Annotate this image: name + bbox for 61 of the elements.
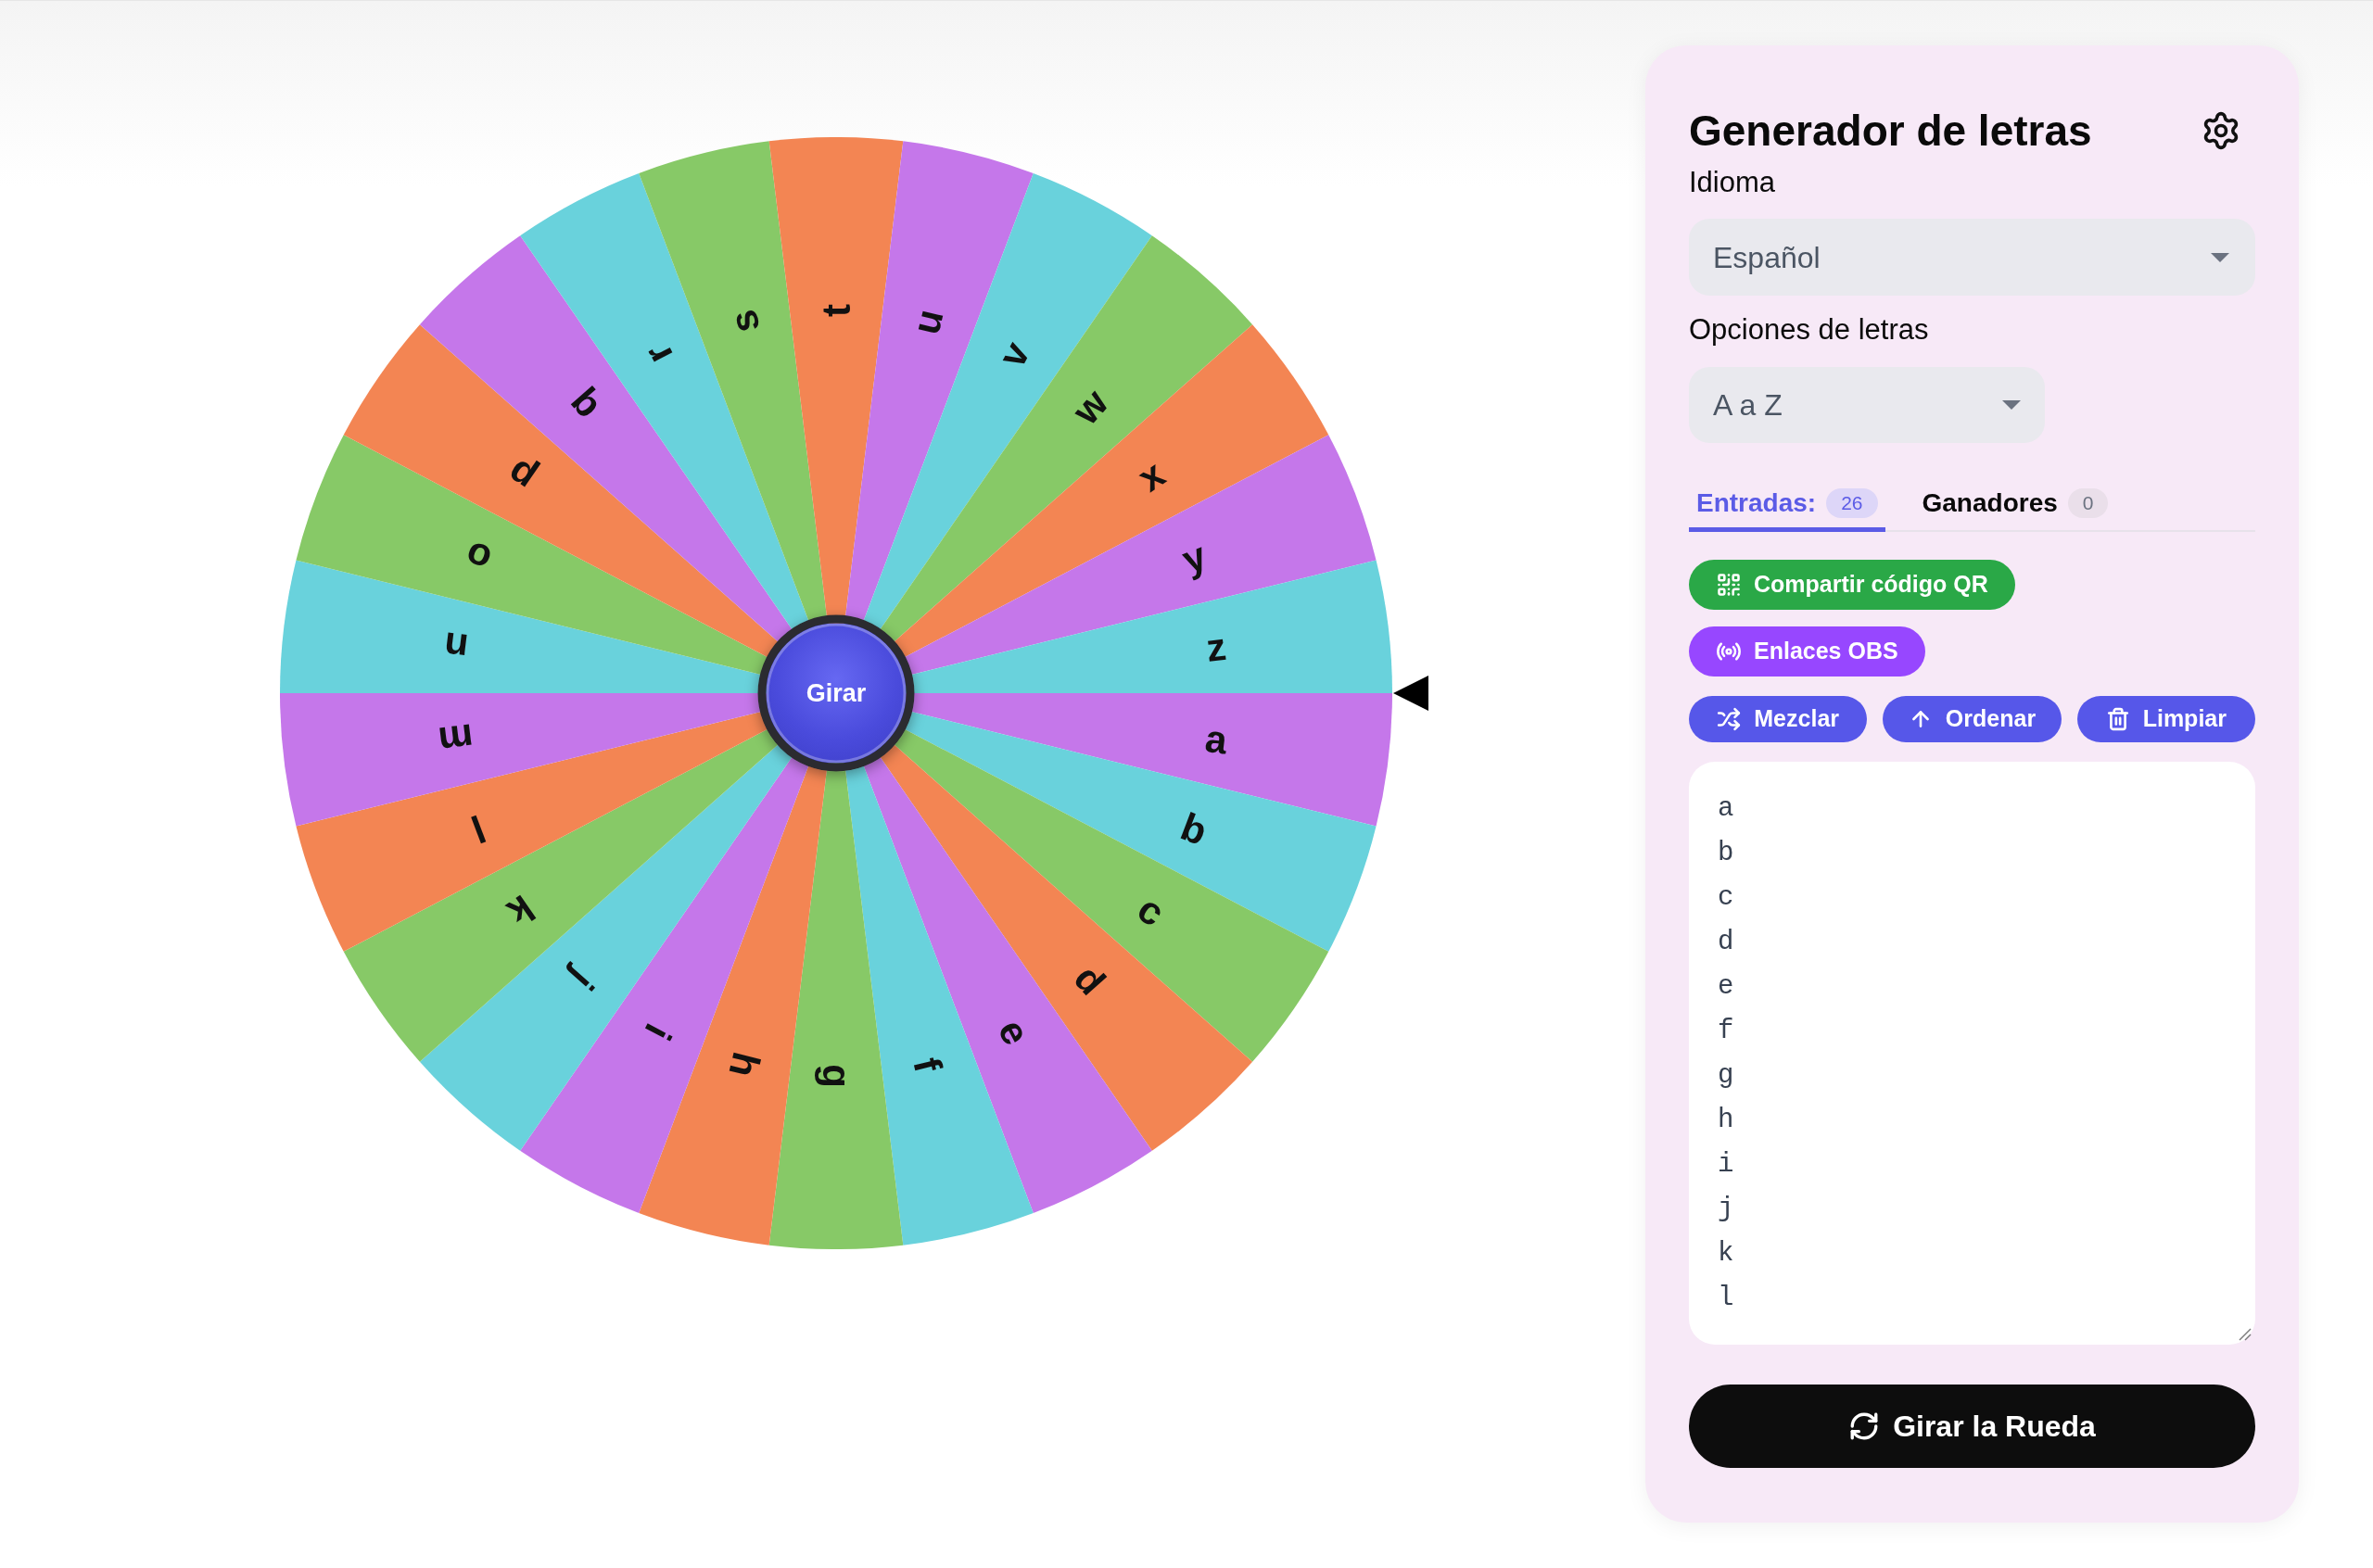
caret-icon xyxy=(2211,252,2229,262)
segment-letter: g xyxy=(814,1064,858,1088)
entries-textarea[interactable]: a b c d e f g h i j k l xyxy=(1689,762,2255,1345)
language-select[interactable]: Español xyxy=(1689,219,2255,296)
entry-text: b xyxy=(1718,837,1734,870)
count-badge: 26 xyxy=(1826,488,1878,518)
entry-text: g xyxy=(1718,1059,1734,1093)
entry-text: e xyxy=(1718,970,1734,1004)
segment-letter: y xyxy=(1175,533,1212,582)
segment-letter: r xyxy=(635,337,681,372)
pointer-icon xyxy=(1393,676,1428,711)
obs-links-button[interactable]: Enlaces OBS xyxy=(1689,626,1925,677)
entry-text: c xyxy=(1718,881,1734,915)
spin-wheel-button[interactable]: Girar la Rueda xyxy=(1689,1385,2255,1468)
qr-code-icon xyxy=(1716,572,1742,598)
segment-letter: z xyxy=(1203,624,1229,670)
segment-letter: b xyxy=(1174,803,1213,854)
entry-text: l xyxy=(1718,1282,1734,1315)
entry-text: f xyxy=(1718,1015,1734,1048)
entry-text: h xyxy=(1718,1104,1734,1137)
segment-letter: p xyxy=(499,450,543,500)
share-qr-button[interactable]: Compartir código QR xyxy=(1689,560,2015,610)
sort-button[interactable]: Ordenar xyxy=(1883,696,2062,742)
segment-letter: v xyxy=(989,335,1039,374)
field-label: Idioma xyxy=(1689,165,1777,200)
segment-letter: x xyxy=(1129,451,1173,500)
segment-letter: f xyxy=(905,1053,951,1077)
segment-letter: a xyxy=(1202,716,1230,763)
segment-letter: n xyxy=(441,624,471,671)
count-badge: 0 xyxy=(2067,488,2109,518)
entry-text: j xyxy=(1718,1193,1734,1226)
shuffle-icon xyxy=(1717,707,1742,731)
segment-letter: q xyxy=(558,383,607,431)
segment-letter: u xyxy=(903,304,952,339)
segment-letter: h xyxy=(720,1047,769,1082)
entry-text: a xyxy=(1718,792,1734,826)
caret-icon xyxy=(2002,400,2021,410)
segment-letter: j xyxy=(562,961,603,999)
segment-letter: m xyxy=(436,715,476,764)
segment-letter: o xyxy=(459,533,498,583)
segment-letter: c xyxy=(1129,886,1173,935)
segment-letter: s xyxy=(720,306,768,337)
letter-options-select[interactable]: A a Z xyxy=(1689,367,2045,443)
field-label: Opciones de letras xyxy=(1689,312,1930,348)
panel-title: Generador de letras xyxy=(1689,106,2092,157)
shuffle-button[interactable]: Mezclar xyxy=(1689,696,1868,742)
segment-letter: l xyxy=(465,806,491,852)
segment-letter: i xyxy=(636,1017,680,1047)
segment-letter: e xyxy=(989,1012,1039,1052)
segment-letter: t xyxy=(814,304,858,317)
segment-letter: k xyxy=(500,886,543,935)
clear-button[interactable]: Limpiar xyxy=(2076,696,2255,742)
segment-letter: d xyxy=(1065,955,1114,1004)
tab[interactable]: Entradas: 26 xyxy=(1689,476,1885,532)
segment-letter: w xyxy=(1063,381,1117,433)
entry-text: k xyxy=(1718,1237,1734,1271)
tab[interactable]: Ganadores 0 xyxy=(1914,476,2116,532)
trash-icon xyxy=(2105,707,2130,731)
entry-text: d xyxy=(1718,926,1734,959)
entry-text: i xyxy=(1718,1148,1734,1182)
resize-handle-icon[interactable] xyxy=(2239,1328,2252,1341)
